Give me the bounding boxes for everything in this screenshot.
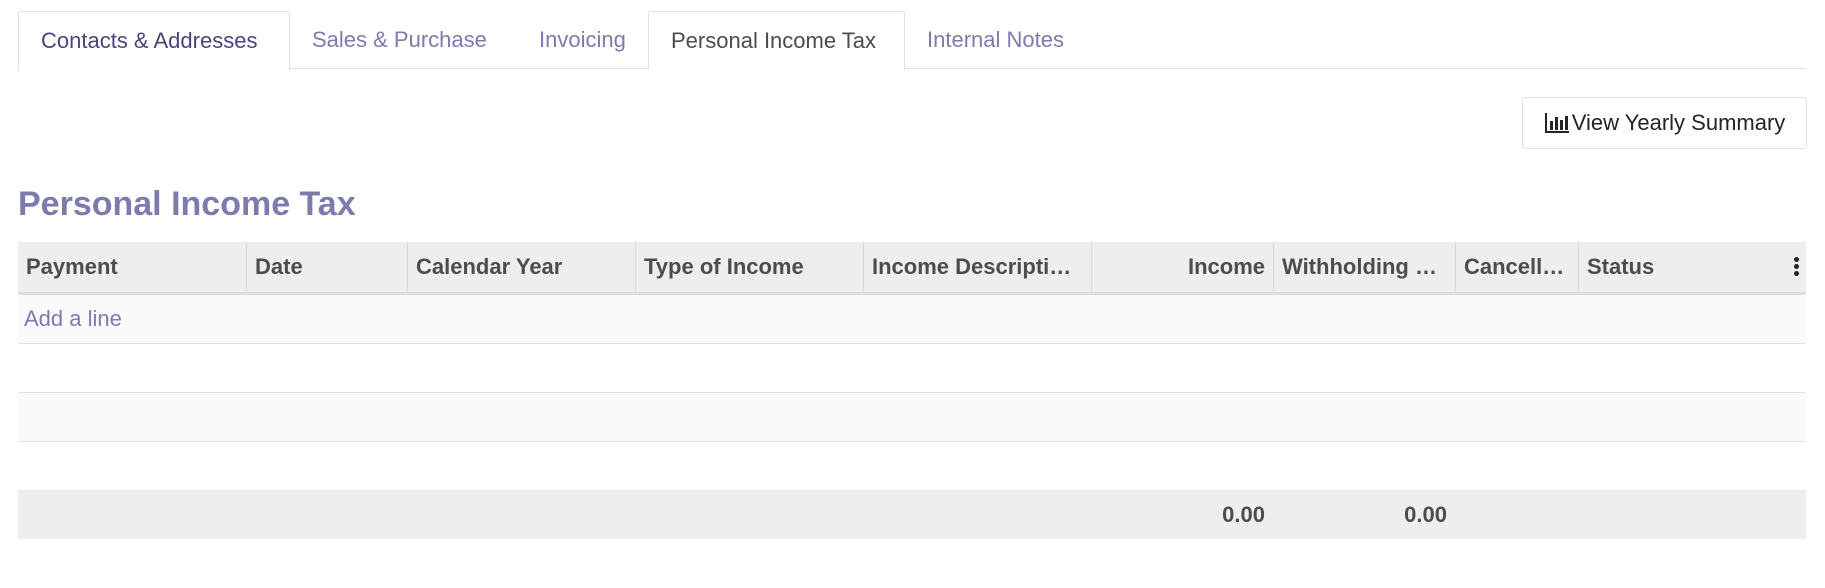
column-header-income-description[interactable]: Income Descripti… <box>863 242 1091 292</box>
tab-contacts-addresses[interactable]: Contacts & Addresses <box>18 11 290 70</box>
vertical-ellipsis-icon[interactable] <box>1792 257 1800 277</box>
table-row <box>18 393 1806 442</box>
tab-internal-notes[interactable]: Internal Notes <box>905 11 1086 69</box>
column-header-calendar-year[interactable]: Calendar Year <box>407 242 635 292</box>
tab-sales-purchase[interactable]: Sales & Purchase <box>290 11 509 69</box>
add-a-line-link[interactable]: Add a line <box>24 295 122 343</box>
column-header-withholding[interactable]: Withholding … <box>1273 242 1455 292</box>
total-withholding: 0.00 <box>1404 502 1447 527</box>
partner-form-page: Contacts & Addresses Sales & Purchase In… <box>0 0 1825 588</box>
table-row <box>18 442 1806 491</box>
view-yearly-summary-label: View Yearly Summary <box>1571 110 1786 135</box>
income-tax-table: Payment Date Calendar Year Type of Incom… <box>18 242 1806 539</box>
bar-chart-icon <box>1544 112 1570 134</box>
column-header-payment[interactable]: Payment <box>18 242 246 292</box>
table-row <box>18 344 1806 393</box>
column-header-income[interactable]: Income <box>1091 242 1273 292</box>
section-title: Personal Income Tax <box>18 185 356 223</box>
column-header-type-of-income[interactable]: Type of Income <box>635 242 863 292</box>
column-header-status[interactable]: Status <box>1578 242 1778 292</box>
table-footer-totals: 0.00 0.00 <box>18 491 1806 539</box>
table-header: Payment Date Calendar Year Type of Incom… <box>18 242 1806 295</box>
notebook-tabs: Contacts & Addresses Sales & Purchase In… <box>18 11 1806 70</box>
column-header-cancelled[interactable]: Cancell… <box>1455 242 1578 292</box>
tab-invoicing[interactable]: Invoicing <box>517 11 648 69</box>
tab-personal-income-tax[interactable]: Personal Income Tax <box>648 11 905 70</box>
column-header-date[interactable]: Date <box>246 242 407 292</box>
total-income: 0.00 <box>1222 502 1265 527</box>
view-yearly-summary-button[interactable]: View Yearly Summary <box>1522 97 1807 149</box>
table-row-add-line: Add a line <box>18 295 1806 344</box>
